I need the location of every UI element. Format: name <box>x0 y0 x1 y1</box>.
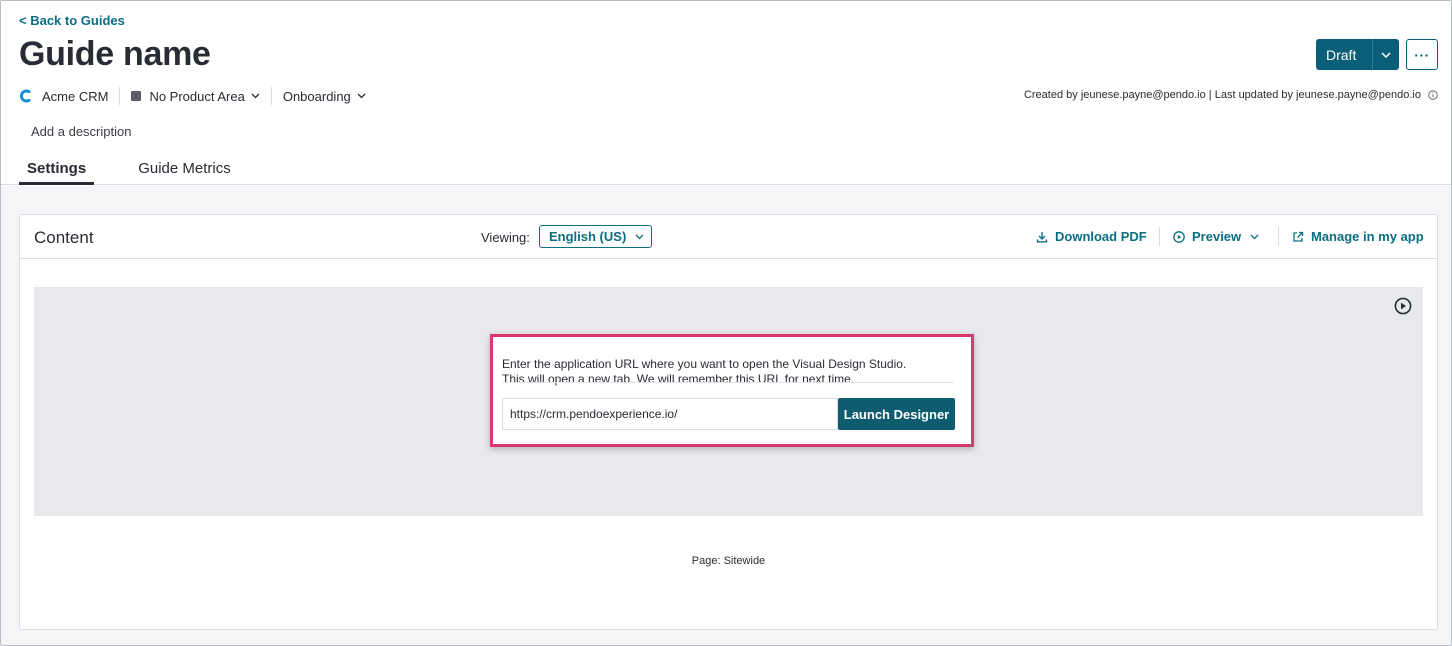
app-logo-icon <box>19 89 33 103</box>
tab-settings[interactable]: Settings <box>19 151 95 185</box>
viewing-label: Viewing: <box>481 230 530 245</box>
play-circle-icon[interactable] <box>1394 297 1412 315</box>
download-icon <box>1036 231 1048 242</box>
group-dropdown[interactable]: Onboarding <box>283 89 366 104</box>
preview-dropdown-button[interactable]: Preview <box>1173 229 1266 244</box>
chevron-down-icon <box>1250 234 1266 240</box>
created-by-info: Created by jeunese.payne@pendo.io | Last… <box>1023 89 1421 101</box>
more-options-button[interactable]: ··· <box>1406 39 1438 70</box>
chevron-down-icon <box>635 234 644 240</box>
language-value: English (US) <box>549 229 627 244</box>
launch-designer-panel: Enter the application URL where you want… <box>490 334 974 447</box>
preview-label: Preview <box>1192 229 1242 244</box>
page-title[interactable]: Guide name <box>19 35 211 74</box>
status-label: Draft <box>1326 46 1357 63</box>
divider <box>119 87 121 105</box>
launch-designer-button[interactable]: Launch Designer <box>838 398 955 430</box>
chevron-down-icon <box>357 93 366 99</box>
square-icon <box>131 91 142 101</box>
product-area-dropdown[interactable]: No Product Area <box>131 88 260 104</box>
back-to-guides-link[interactable]: < Back to Guides <box>19 13 125 28</box>
chevron-down-icon <box>251 93 260 99</box>
guide-preview-area: Enter the application URL where you want… <box>34 287 1423 516</box>
content-card-header: Content Viewing: English (US) Download P… <box>20 215 1437 259</box>
tab-bar: Settings Guide Metrics <box>19 151 239 185</box>
download-pdf-label: Download PDF <box>1055 229 1147 244</box>
app-url-input[interactable] <box>502 398 838 430</box>
content-title: Content <box>34 228 94 247</box>
group-label: Onboarding <box>282 88 351 104</box>
divider <box>270 87 272 105</box>
page-header: < Back to Guides Guide name Draft ··· Ac… <box>1 1 1451 185</box>
product-area-label: No Product Area <box>149 88 245 104</box>
divider <box>1278 227 1279 246</box>
guide-settings-page: < Back to Guides Guide name Draft ··· Ac… <box>0 0 1452 646</box>
content-card: Content Viewing: English (US) Download P… <box>19 214 1438 630</box>
instruction-line-1: Enter the application URL where you want… <box>502 357 907 371</box>
manage-in-app-button[interactable]: Manage in my app <box>1292 229 1424 244</box>
page-scope-label: Page: Sitewide <box>691 555 766 567</box>
add-description-link[interactable]: Add a description <box>31 124 131 139</box>
language-select[interactable]: English (US) <box>539 225 652 248</box>
info-icon[interactable] <box>1428 90 1438 100</box>
external-link-icon <box>1293 231 1304 242</box>
download-pdf-button[interactable]: Download PDF <box>1036 229 1147 244</box>
status-dropdown-button[interactable]: Draft <box>1316 39 1399 70</box>
chevron-down-icon[interactable] <box>1373 51 1399 58</box>
instruction-line-2: This will open a new tab. We will rememb… <box>502 372 855 386</box>
guide-meta-row: Acme CRM No Product Area Onboarding <box>19 87 366 105</box>
manage-label: Manage in my app <box>1311 229 1424 244</box>
play-circle-icon <box>1173 230 1185 243</box>
app-name: Acme CRM <box>42 88 109 104</box>
divider <box>1159 227 1160 246</box>
divider <box>502 382 954 383</box>
tab-guide-metrics[interactable]: Guide Metrics <box>130 151 239 185</box>
